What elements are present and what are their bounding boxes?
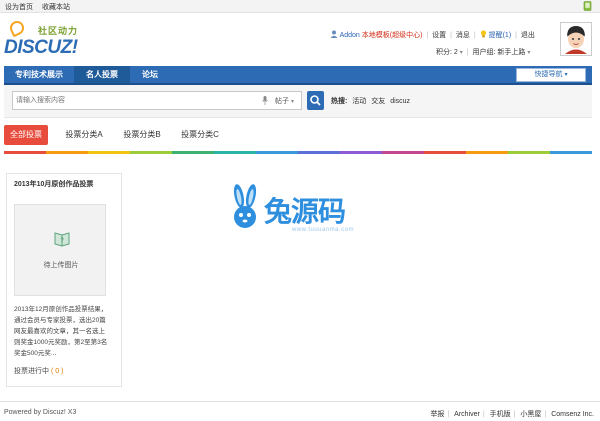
hot-search-term[interactable]: discuz (390, 98, 410, 105)
chevron-down-icon: ▾ (290, 99, 294, 105)
color-divider (4, 151, 592, 154)
avatar-face-icon (562, 24, 590, 54)
color-divider-segment (466, 151, 508, 154)
tab-category-a[interactable]: 投票分类A (58, 125, 110, 145)
poll-status: 投票进行中 ( 0 ) (14, 366, 63, 376)
color-divider-segment (4, 151, 46, 154)
microphone-icon[interactable] (262, 96, 268, 105)
search-type-select[interactable]: 帖子 ▾ (275, 96, 294, 106)
watermark-url: www.tuuuanma.com (292, 227, 355, 233)
color-divider-segment (508, 151, 550, 154)
search-icon (310, 95, 321, 106)
divider: | (473, 32, 476, 39)
search-type-label: 帖子 (275, 98, 289, 105)
avatar[interactable] (560, 22, 592, 56)
tab-category-b[interactable]: 投票分类B (116, 125, 168, 145)
top-bar: 设为首页 收藏本站 (0, 0, 600, 13)
color-divider-segment (550, 151, 592, 154)
poll-status-label: 投票进行中 (14, 368, 49, 375)
poll-card[interactable]: 2013年10月原创作品投票 ? 待上传图片 2013年12月原创作品投票结果，… (6, 173, 122, 387)
color-divider-segment (88, 151, 130, 154)
search-button[interactable] (307, 91, 324, 110)
search-bar: 帖子 ▾ 热搜: 活动 交友 discuz (4, 85, 592, 118)
footer-link-mobile[interactable]: 手机版 (490, 411, 511, 418)
footer-link-archiver[interactable]: Archiver (454, 411, 480, 418)
username-link[interactable]: Addon (340, 32, 360, 39)
poll-image-placeholder[interactable]: ? 待上传图片 (14, 204, 106, 296)
hot-search: 热搜: 活动 交友 discuz (331, 96, 410, 106)
poll-title[interactable]: 2013年10月原创作品投票 (14, 179, 93, 189)
search-box: 帖子 ▾ (12, 91, 302, 110)
points-link[interactable]: 积分: 2 (436, 49, 458, 56)
color-divider-segment (424, 151, 466, 154)
footer-divider (0, 401, 600, 402)
set-homepage-link[interactable]: 设为首页 (5, 2, 33, 12)
divider: | (513, 411, 516, 418)
divider: | (544, 411, 547, 418)
watermark: 兔源码 www.tuuuanma.com (228, 184, 378, 244)
tab-category-c[interactable]: 投票分类C (174, 125, 226, 145)
color-divider-segment (298, 151, 340, 154)
nav-item-patents[interactable]: 专利技术展示 (4, 66, 74, 83)
divider: | (426, 32, 429, 39)
poll-description: 2013年12月原创作品投票结果，通过会员与专家投票，选出20篇网友最喜欢的文章… (14, 306, 108, 357)
image-caption: 待上传图片 (43, 262, 79, 269)
user-icon (330, 30, 338, 38)
messages-link[interactable]: 消息 (456, 32, 470, 39)
footer-links: 举报 | Archiver | 手机版 | 小黑屋 | Comsenz Inc. (430, 409, 594, 419)
color-divider-segment (130, 151, 172, 154)
user-badge-link[interactable]: 本地模板(超级中心) (362, 32, 423, 39)
main-nav: 专利技术展示 名人投票 论坛 快捷导航 ▾ (4, 66, 592, 85)
nav-item-forum[interactable]: 论坛 (130, 66, 170, 83)
user-stats-line: 积分: 2 ▾ | 用户组: 新手上路 ▾ (436, 47, 530, 57)
site-logo[interactable]: 社区动力 DISCUZ! (4, 18, 112, 60)
divider: | (482, 411, 485, 418)
tab-all-polls[interactable]: 全部投票 (4, 125, 48, 145)
watermark-text: 兔源码 (264, 196, 346, 227)
chevron-down-icon: ▾ (527, 50, 531, 56)
footer-link-comsenz[interactable]: Comsenz Inc. (551, 411, 594, 418)
quick-nav-label: 快捷导航 (534, 71, 563, 78)
chevron-down-icon: ▾ (459, 50, 463, 56)
quick-nav-button[interactable]: 快捷导航 ▾ (516, 68, 586, 82)
nav-item-celebrity-vote[interactable]: 名人投票 (74, 66, 130, 83)
search-input[interactable] (16, 94, 256, 107)
reminder-link[interactable]: 提醒(1) (489, 32, 512, 39)
hot-search-term[interactable]: 活动 (352, 98, 366, 105)
logo-wordmark: DISCUZ! (4, 37, 78, 58)
color-divider-segment (46, 151, 88, 154)
color-divider-segment (382, 151, 424, 154)
color-divider-segment (172, 151, 214, 154)
add-favorite-link[interactable]: 收藏本站 (42, 2, 70, 12)
color-divider-segment (214, 151, 256, 154)
poll-vote-count[interactable]: ( 0 ) (51, 368, 63, 375)
divider: | (447, 411, 450, 418)
divider: | (450, 32, 452, 39)
logo-tagline: 社区动力 (38, 26, 79, 36)
bulb-icon (480, 30, 486, 38)
user-group-link[interactable]: 用户组: 新手上路 (473, 49, 526, 56)
color-divider-segment (340, 151, 382, 154)
poll-category-tabs: 全部投票 投票分类A 投票分类B 投票分类C (4, 122, 592, 150)
book-icon: ? (54, 232, 70, 247)
hot-search-term[interactable]: 交友 (371, 98, 385, 105)
divider: | (515, 32, 517, 39)
rabbit-logo-icon (233, 184, 257, 228)
hot-search-label: 热搜: (331, 98, 348, 105)
footer-link-blacklist[interactable]: 小黑屋 (520, 411, 541, 418)
powered-by-text[interactable]: Powered by Discuz! X3 (4, 409, 76, 416)
user-info-line: Addon 本地模板(超级中心) | 设置 | 消息 | 提醒(1) | 退出 (330, 30, 535, 40)
logo-bubble-icon (7, 18, 27, 38)
mobile-icon[interactable] (583, 1, 592, 11)
chevron-down-icon: ▾ (564, 72, 568, 78)
divider: | (466, 49, 469, 56)
settings-link[interactable]: 设置 (432, 32, 446, 39)
footer-link-report[interactable]: 举报 (430, 411, 444, 418)
color-divider-segment (256, 151, 298, 154)
logout-link[interactable]: 退出 (521, 32, 535, 39)
